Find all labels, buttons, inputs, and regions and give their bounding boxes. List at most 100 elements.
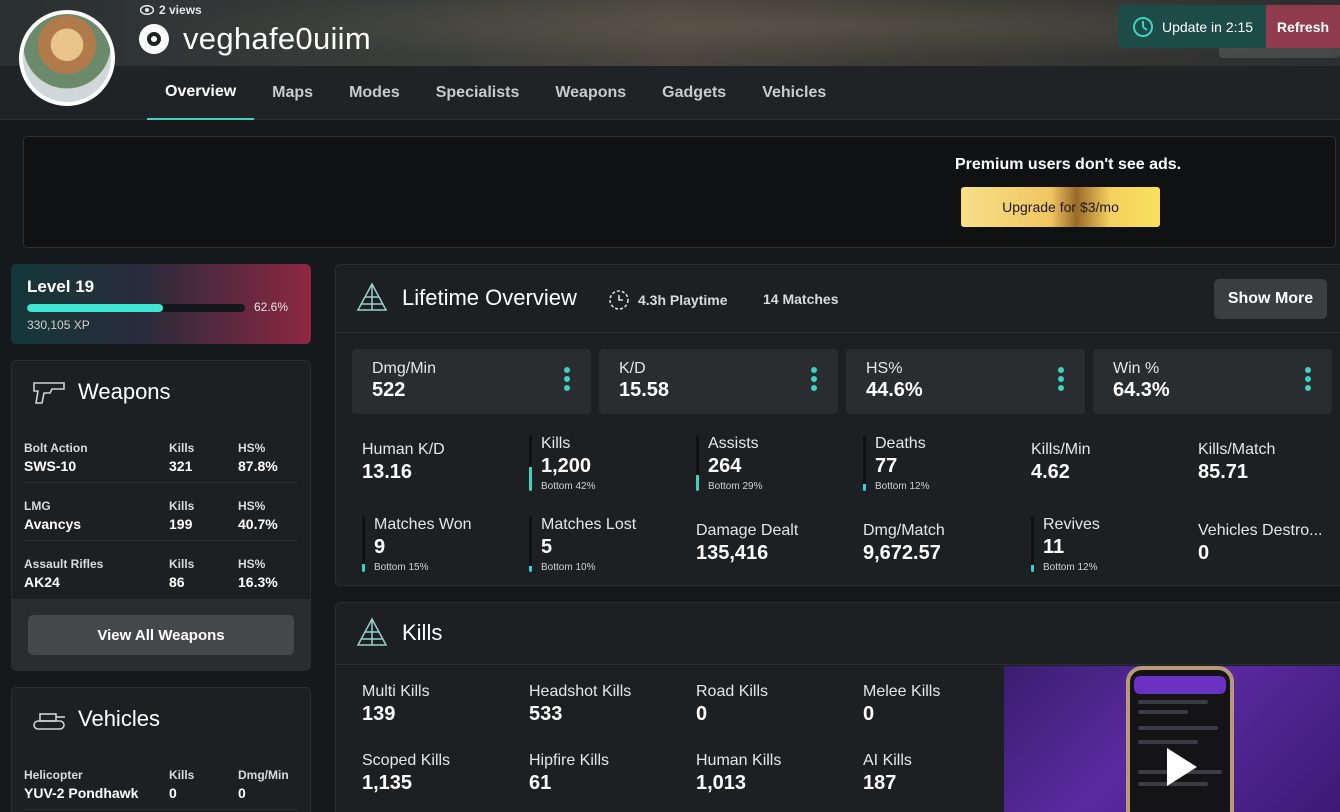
view-all-weapons-button[interactable]: View All Weapons [28,615,294,655]
stat-value: 139 [362,703,396,725]
big-stat-card: Win % 64.3% [1093,349,1332,414]
stat: Human K/D 13.16 [362,441,522,501]
lifetime-overview-card: Lifetime Overview 4.3h Playtime 14 Match… [335,264,1340,586]
stat: Matches Lost 5 Bottom 10% [529,516,701,576]
tab-weapons[interactable]: Weapons [537,66,644,120]
big-stat-label: Win % [1113,360,1160,377]
kills-header: Kills [336,603,1340,665]
kebab-menu-icon[interactable] [1305,367,1311,394]
percentile-bar [696,435,699,491]
big-stat-value: 64.3% [1113,379,1170,401]
kebab-menu-icon[interactable] [811,367,817,394]
pyramid-icon [356,282,388,311]
level-progress-fill [27,304,164,312]
stat-value: 264 [708,455,742,477]
weapon-hs-label: HS% [238,441,266,455]
stat: Assists 264 Bottom 29% [696,435,868,495]
stat-label: Damage Dealt [696,522,799,539]
stat-label: Road Kills [696,683,769,700]
weapon-hs: 87.8% [238,458,278,474]
stat: Revives 11 Bottom 12% [1031,516,1203,576]
weapon-row[interactable]: LMG Avancys Kills 199 HS% 40.7% [24,483,298,541]
refresh-button[interactable]: Refresh [1266,5,1340,48]
stat: Matches Won 9 Bottom 15% [362,516,534,576]
stat: Headshot Kills 533 [529,683,689,743]
view-count: 2 views [140,3,202,17]
big-stat-value: 15.58 [619,379,670,401]
weapon-hs: 40.7% [238,516,278,532]
weapons-panel-title: Weapons [78,379,171,404]
stat-value: 4.62 [1031,461,1070,483]
profile-tabs: Overview Maps Modes Specialists Weapons … [147,66,844,120]
tank-icon [33,713,65,730]
pistol-icon [33,382,65,404]
vehicle-dmg-label: Dmg/Min [238,768,289,782]
stat-value: 1,135 [362,772,413,794]
stat-label: Kills/Min [1031,441,1091,458]
tab-vehicles[interactable]: Vehicles [744,66,844,120]
weapons-panel-header: Weapons [32,379,171,405]
stat-value: 9 [374,536,386,558]
weapons-panel: Weapons Bolt Action SWS-10 Kills 321 HS%… [11,360,311,671]
ad-text: Premium users don't see ads. [955,156,1182,173]
level-title: Level 19 [27,277,95,296]
weapon-category: Assault Rifles [24,557,104,571]
stat-label: Multi Kills [362,683,430,700]
vehicle-dmg: 0 [238,785,246,801]
weapon-category: Bolt Action [24,441,88,455]
stat-value: 187 [863,772,897,794]
stat-value: 135,416 [696,542,769,564]
stat-value: 0 [1198,542,1210,564]
stat-value: 0 [696,703,708,725]
tab-modes[interactable]: Modes [331,66,418,120]
kebab-menu-icon[interactable] [1058,367,1064,394]
platform-icon [139,24,169,54]
stat-value: 11 [1043,536,1065,558]
stat: Scoped Kills 1,135 [362,752,522,812]
show-more-button[interactable]: Show More [1214,279,1327,319]
stat-percentile: Bottom 12% [1043,562,1098,573]
weapon-kills: 199 [169,516,193,532]
page: 2 views veghafe0uiim Favorite Update in … [0,0,1340,812]
video-ad-player[interactable] [1004,666,1340,812]
stat-value: 77 [875,455,898,477]
big-stat-label: Dmg/Min [372,360,437,377]
update-label: Update in 2:15 [1162,18,1254,35]
stat-label: Human K/D [362,441,445,458]
stat-percentile: Bottom 15% [374,562,429,573]
level-progress-bar [27,304,245,312]
stat-percentile: Bottom 12% [875,481,930,492]
vehicle-name: YUV-2 Pondhawk [24,785,139,801]
upgrade-button[interactable]: Upgrade for $3/mo [961,187,1160,227]
level-xp: 330,105 XP [27,318,90,332]
lifetime-title-group: Lifetime Overview [356,282,577,314]
tab-maps[interactable]: Maps [254,66,331,120]
stat-label: Hipfire Kills [529,752,610,769]
tab-specialists[interactable]: Specialists [418,66,538,120]
vehicle-row[interactable]: Helicopter YUV-2 Pondhawk Kills 0 Dmg/Mi… [24,752,298,810]
tab-gadgets[interactable]: Gadgets [644,66,744,120]
stat: AI Kills 187 [863,752,1023,812]
stat-label: Dmg/Match [863,522,945,539]
eye-icon [140,5,154,15]
stat-value: 1,013 [696,772,747,794]
stat-value: 1,200 [541,455,592,477]
stat-value: 0 [863,703,875,725]
kebab-menu-icon[interactable] [564,367,570,394]
weapon-kills-label: Kills [169,557,195,571]
stat-label: AI Kills [863,752,912,769]
weapon-row[interactable]: Assault Rifles AK24 Kills 86 HS% 16.3% [24,541,298,599]
tab-overview[interactable]: Overview [147,66,255,120]
stat: Multi Kills 139 [362,683,522,743]
stat-label: Headshot Kills [529,683,632,700]
percentile-bar [863,435,866,491]
stat-label: Deaths [875,435,926,452]
stat-value: 5 [541,536,553,558]
percentile-fill [362,563,365,572]
vehicle-kills-label: Kills [169,768,195,782]
weapon-row[interactable]: Bolt Action SWS-10 Kills 321 HS% 87.8% [24,425,298,483]
stat-value: 9,672.57 [863,542,941,564]
big-stat-card: Dmg/Min 522 [352,349,591,414]
play-icon[interactable] [1167,748,1197,786]
timer-icon [1133,16,1153,37]
